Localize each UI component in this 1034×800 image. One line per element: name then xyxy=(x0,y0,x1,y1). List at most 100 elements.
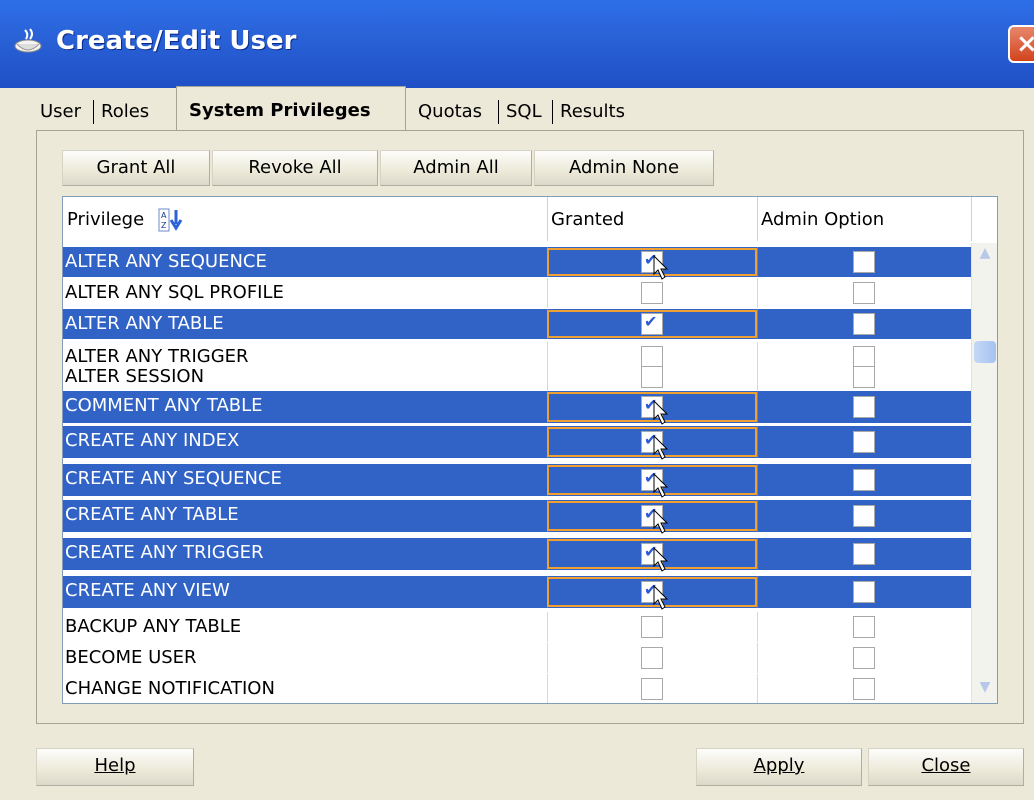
column-divider xyxy=(547,278,548,308)
svg-text:Z: Z xyxy=(161,221,167,230)
column-divider xyxy=(757,500,758,532)
column-divider xyxy=(757,612,758,642)
tab-system-privileges[interactable]: System Privileges xyxy=(176,86,406,130)
scroll-up-icon[interactable]: ▲ xyxy=(976,245,994,261)
help-button-label: Help xyxy=(94,755,136,776)
tab-separator xyxy=(498,100,499,124)
privilege-name: BECOME USER xyxy=(65,647,197,668)
privilege-name: ALTER ANY SEQUENCE xyxy=(65,251,267,272)
table-row[interactable]: ALTER ANY TABLE ✔ xyxy=(63,309,971,339)
column-divider xyxy=(757,391,758,423)
admin-all-button[interactable]: Admin All xyxy=(380,150,532,186)
granted-checkbox[interactable] xyxy=(641,282,663,304)
privilege-name: COMMENT ANY TABLE xyxy=(65,395,263,416)
table-row[interactable]: BECOME USER xyxy=(63,643,971,673)
table-row[interactable]: ALTER ANY SEQUENCE ✔ xyxy=(63,247,971,280)
grant-all-button[interactable]: Grant All xyxy=(62,150,210,186)
tab-user[interactable]: User xyxy=(40,90,81,130)
close-button-label: Close xyxy=(921,755,971,776)
scrollbar-thumb[interactable] xyxy=(974,341,996,363)
column-divider xyxy=(757,309,758,339)
column-divider xyxy=(757,643,758,673)
scroll-down-icon[interactable]: ▼ xyxy=(976,679,994,695)
title-bar[interactable]: Create/Edit User × xyxy=(0,0,1034,88)
privilege-name: CREATE ANY TRIGGER xyxy=(65,542,264,563)
mouse-pointer-icon xyxy=(653,400,669,425)
column-divider xyxy=(547,612,548,642)
column-divider xyxy=(757,247,758,277)
create-edit-user-dialog: Create/Edit User × User Roles System Pri… xyxy=(0,0,1034,800)
help-button[interactable]: Help xyxy=(36,748,194,786)
column-divider xyxy=(757,426,758,458)
privilege-name: ALTER ANY TABLE xyxy=(65,313,224,334)
column-divider xyxy=(757,674,758,703)
admin-option-checkbox[interactable] xyxy=(853,396,875,418)
tab-quotas[interactable]: Quotas xyxy=(418,90,482,130)
apply-button[interactable]: Apply xyxy=(696,748,862,786)
sort-az-icon[interactable]: A Z xyxy=(158,208,186,232)
admin-option-checkbox[interactable] xyxy=(853,505,875,527)
table-row[interactable]: CREATE ANY VIEW ✔ xyxy=(63,576,971,610)
admin-option-checkbox[interactable] xyxy=(853,313,875,335)
tab-sql[interactable]: SQL xyxy=(506,90,542,130)
table-row[interactable]: ALTER ANY SQL PROFILE xyxy=(63,278,971,308)
tab-roles[interactable]: Roles xyxy=(101,90,149,130)
table-row[interactable]: CREATE ANY SEQUENCE ✔ xyxy=(63,464,971,498)
privileges-table: Privilege A Z Granted Admin Option ALTER… xyxy=(62,196,998,704)
mouse-pointer-icon xyxy=(653,435,669,460)
tab-separator xyxy=(93,100,94,124)
column-header-privilege[interactable]: Privilege A Z xyxy=(63,197,547,243)
mouse-pointer-icon xyxy=(653,473,669,498)
granted-checkbox[interactable] xyxy=(641,616,663,638)
coffee-cup-icon xyxy=(14,28,42,53)
privilege-name: ALTER SESSION xyxy=(65,366,205,387)
granted-checkbox[interactable] xyxy=(641,647,663,669)
table-row[interactable]: CREATE ANY INDEX ✔ xyxy=(63,426,971,460)
revoke-all-button[interactable]: Revoke All xyxy=(212,150,378,186)
mouse-pointer-icon xyxy=(653,509,669,534)
granted-checkbox[interactable] xyxy=(641,678,663,700)
svg-text:A: A xyxy=(161,211,167,220)
table-row[interactable]: BACKUP ANY TABLE xyxy=(63,612,971,642)
privilege-name: CREATE ANY SEQUENCE xyxy=(65,468,282,489)
table-row[interactable]: CREATE ANY TRIGGER ✔ xyxy=(63,538,971,572)
window-close-button[interactable]: × xyxy=(1008,25,1034,63)
column-divider xyxy=(757,362,758,392)
admin-option-checkbox[interactable] xyxy=(853,282,875,304)
admin-option-checkbox[interactable] xyxy=(853,647,875,669)
table-row[interactable]: COMMENT ANY TABLE ✔ xyxy=(63,391,971,425)
window-title: Create/Edit User xyxy=(56,26,297,56)
tab-separator xyxy=(552,100,553,124)
granted-checkbox[interactable]: ✔ xyxy=(641,312,663,335)
close-button[interactable]: Close xyxy=(868,748,1024,786)
apply-button-label: Apply xyxy=(753,755,805,776)
privilege-header-label: Privilege xyxy=(67,209,145,230)
admin-option-checkbox[interactable] xyxy=(853,366,875,388)
admin-option-checkbox[interactable] xyxy=(853,616,875,638)
admin-option-checkbox[interactable] xyxy=(853,543,875,565)
column-divider xyxy=(547,674,548,703)
tab-results[interactable]: Results xyxy=(560,90,625,130)
mouse-pointer-icon xyxy=(653,547,669,572)
vertical-scrollbar[interactable]: ▲ ▼ xyxy=(971,243,997,703)
column-divider xyxy=(757,538,758,570)
column-header-granted[interactable]: Granted xyxy=(547,197,757,243)
admin-option-checkbox[interactable] xyxy=(853,431,875,453)
admin-none-button[interactable]: Admin None xyxy=(534,150,714,186)
privilege-name: ALTER ANY SQL PROFILE xyxy=(65,282,284,303)
granted-checkbox[interactable] xyxy=(641,366,663,388)
table-row[interactable]: CHANGE NOTIFICATION xyxy=(63,674,971,703)
table-row[interactable]: CREATE ANY TABLE ✔ xyxy=(63,500,971,534)
admin-option-checkbox[interactable] xyxy=(853,251,875,273)
column-divider xyxy=(757,576,758,608)
column-header-admin-option[interactable]: Admin Option xyxy=(757,197,971,243)
table-row[interactable]: ALTER SESSION xyxy=(63,362,971,392)
column-divider xyxy=(757,464,758,496)
admin-option-checkbox[interactable] xyxy=(853,581,875,603)
privilege-name: CHANGE NOTIFICATION xyxy=(65,678,275,699)
column-divider xyxy=(757,278,758,308)
checkmark-icon: ✔ xyxy=(644,312,658,331)
admin-option-checkbox[interactable] xyxy=(853,678,875,700)
admin-option-checkbox[interactable] xyxy=(853,469,875,491)
privilege-name: CREATE ANY TABLE xyxy=(65,504,239,525)
